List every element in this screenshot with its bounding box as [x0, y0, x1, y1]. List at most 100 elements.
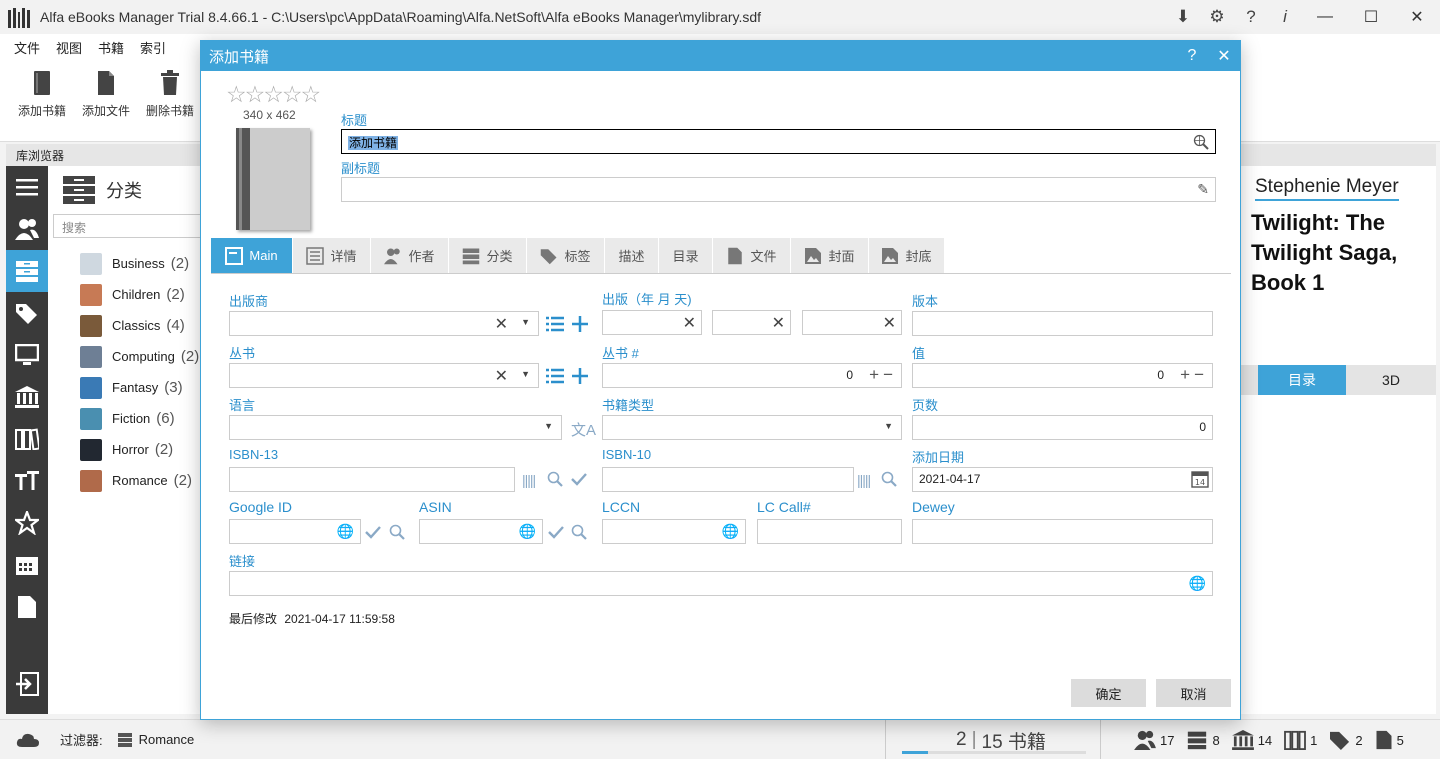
value-stepper[interactable]: 0 +−	[912, 363, 1213, 388]
add-book-button[interactable]: 添加书籍	[10, 60, 74, 141]
clear-icon[interactable]: ✕	[495, 314, 508, 334]
lc-call-field[interactable]	[757, 519, 902, 544]
google-id-field[interactable]: 🌐	[229, 519, 361, 544]
delete-book-button[interactable]: 删除书籍	[138, 60, 202, 141]
list-icon[interactable]	[546, 316, 564, 332]
star-icon[interactable]: ☆	[282, 81, 301, 108]
translate-icon[interactable]: 文A	[571, 419, 596, 440]
search-icon[interactable]	[571, 524, 587, 540]
tab-cover[interactable]: 封面	[791, 238, 869, 273]
calendar-icon[interactable]	[6, 544, 48, 586]
clear-icon[interactable]: ✕	[883, 313, 896, 333]
text-size-icon[interactable]	[6, 460, 48, 502]
star-icon[interactable]	[6, 502, 48, 544]
tags-icon[interactable]	[6, 292, 48, 334]
dropdown-icon[interactable]: ▼	[521, 369, 530, 379]
tab-back-cover[interactable]: 封底	[869, 238, 945, 273]
dialog-help-button[interactable]: ?	[1176, 41, 1208, 71]
barcode-icon[interactable]: |||||	[857, 472, 870, 488]
asin-field[interactable]: 🌐	[419, 519, 543, 544]
date-added-field[interactable]: 2021-04-17 14	[912, 467, 1213, 492]
search-icon[interactable]	[547, 471, 563, 487]
book-type-select[interactable]: ▼	[602, 415, 902, 440]
menu-books[interactable]: 书籍	[90, 38, 132, 57]
menu-file[interactable]: 文件	[6, 38, 48, 57]
ok-button[interactable]: 确定	[1071, 679, 1146, 707]
language-select[interactable]: ▼	[229, 415, 562, 440]
library-icon[interactable]	[6, 376, 48, 418]
add-file-button[interactable]: 添加文件	[74, 60, 138, 141]
info-icon[interactable]: i	[1268, 0, 1302, 34]
edition-field[interactable]	[912, 311, 1213, 336]
maximize-button[interactable]: ☐	[1348, 0, 1394, 34]
tab-files[interactable]: 文件	[713, 238, 791, 273]
dewey-field[interactable]	[912, 519, 1213, 544]
preview-author[interactable]: Stephenie Meyer	[1255, 176, 1399, 201]
published-day-field[interactable]: ✕	[802, 310, 902, 335]
isbn13-field[interactable]	[229, 467, 515, 492]
stat-authors[interactable]: 17	[1134, 730, 1174, 750]
menu-view[interactable]: 视图	[48, 38, 90, 57]
series-icon[interactable]	[6, 418, 48, 460]
star-icon[interactable]: ☆	[245, 81, 264, 108]
series-number-stepper[interactable]: 0 +−	[602, 363, 902, 388]
close-button[interactable]: ✕	[1394, 0, 1440, 34]
title-field[interactable]: 添加书籍	[341, 129, 1216, 154]
pages-field[interactable]: 0	[912, 415, 1213, 440]
globe-icon[interactable]: 🌐	[519, 523, 536, 540]
authors-icon[interactable]	[6, 208, 48, 250]
minimize-button[interactable]: —	[1302, 0, 1348, 34]
tab-authors[interactable]: 作者	[371, 238, 449, 273]
download-icon[interactable]: ⬇	[1166, 0, 1200, 34]
tab-categories[interactable]: 分类	[449, 238, 527, 273]
add-icon[interactable]	[571, 315, 589, 333]
categories-icon[interactable]	[6, 250, 48, 292]
star-icon[interactable]: ☆	[263, 81, 282, 108]
stepper-buttons[interactable]: +−	[1180, 365, 1208, 385]
monitor-icon[interactable]	[6, 334, 48, 376]
tab-toc[interactable]: 目录	[659, 238, 713, 273]
search-icon[interactable]	[389, 524, 405, 540]
lccn-field[interactable]: 🌐	[602, 519, 746, 544]
menu-index[interactable]: 索引	[132, 38, 174, 57]
exit-panel-icon[interactable]	[6, 663, 48, 705]
menu-icon[interactable]	[6, 166, 48, 208]
tab-main[interactable]: Main	[211, 238, 293, 273]
globe-icon[interactable]: 🌐	[722, 523, 739, 540]
publisher-field[interactable]: ✕ ▼	[229, 311, 539, 336]
help-icon[interactable]: ?	[1234, 0, 1268, 34]
isbn10-field[interactable]	[602, 467, 854, 492]
stat-series[interactable]: 1	[1284, 730, 1317, 750]
tab-details[interactable]: 详情	[293, 238, 371, 273]
tab-description[interactable]: 描述	[605, 238, 659, 273]
dialog-close-button[interactable]: ✕	[1208, 41, 1240, 71]
rating-stars[interactable]: ☆☆☆☆☆	[226, 81, 319, 108]
add-icon[interactable]	[571, 367, 589, 385]
calendar-icon[interactable]: 14	[1191, 470, 1209, 488]
clear-icon[interactable]: ✕	[772, 313, 785, 333]
search-icon[interactable]	[881, 471, 897, 487]
cloud-icon[interactable]	[16, 732, 40, 748]
book-cover-image[interactable]	[236, 128, 310, 230]
clear-icon[interactable]: ✕	[495, 366, 508, 386]
clear-icon[interactable]: ✕	[683, 313, 696, 333]
tab-tags[interactable]: 标签	[527, 238, 605, 273]
stepper-buttons[interactable]: +−	[869, 365, 897, 385]
stat-publishers[interactable]: 14	[1232, 730, 1272, 750]
document-icon[interactable]	[6, 586, 48, 628]
series-field[interactable]: ✕ ▼	[229, 363, 539, 388]
barcode-icon[interactable]: |||||	[522, 472, 535, 488]
published-month-field[interactable]: ✕	[712, 310, 791, 335]
stat-tags[interactable]: 2	[1329, 730, 1362, 750]
pin-icon[interactable]: ✎	[1197, 181, 1209, 198]
link-field[interactable]: 🌐	[229, 571, 1213, 596]
published-year-field[interactable]: ✕	[602, 310, 702, 335]
stat-categories[interactable]: 8	[1186, 730, 1219, 750]
gear-icon[interactable]: ⚙	[1200, 0, 1234, 34]
dropdown-icon[interactable]: ▼	[521, 317, 530, 327]
globe-icon[interactable]: 🌐	[337, 523, 354, 540]
check-icon[interactable]	[571, 472, 587, 486]
stat-files[interactable]: 5	[1375, 730, 1404, 750]
star-icon[interactable]: ☆	[301, 81, 320, 108]
subtitle-field[interactable]: ✎	[341, 177, 1216, 202]
